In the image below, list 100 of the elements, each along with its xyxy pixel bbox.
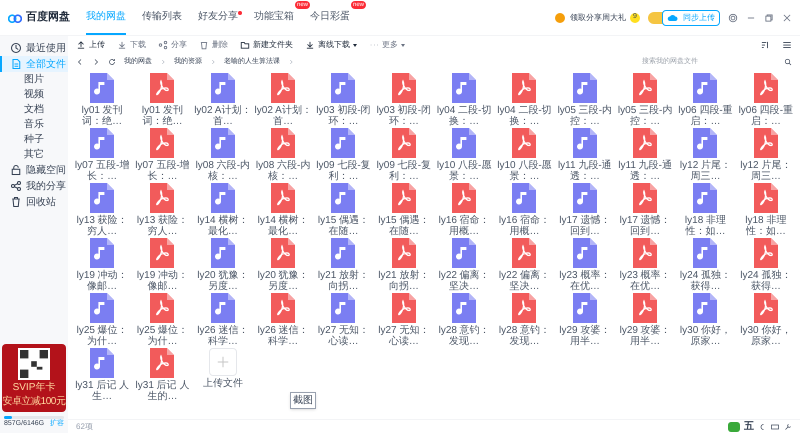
file-name[interactable]: ly10 八段-愿景：…	[435, 160, 494, 182]
file-name[interactable]: ly25 爆位：为什…	[133, 325, 192, 347]
audio-file-icon	[512, 183, 536, 213]
file-name[interactable]: ly18 非理性：如…	[676, 215, 734, 237]
sidebar-item[interactable]: 最近使用	[0, 40, 68, 56]
pdf-file-icon	[754, 73, 778, 103]
pdf-file-icon	[150, 348, 174, 378]
file-name[interactable]: ly22 偏离：坚决…	[495, 270, 554, 292]
file-name[interactable]: ly23 概率：在优…	[616, 270, 674, 292]
file-name[interactable]: ly05 三段-内控：…	[616, 105, 674, 127]
file-name[interactable]: ly06 四段-重启：…	[736, 105, 795, 127]
pdf-file-icon	[392, 73, 416, 103]
refresh-icon	[108, 58, 116, 66]
file-name[interactable]: ly26 迷信：科学…	[254, 325, 312, 347]
nav-tab[interactable]: 传输列表	[142, 0, 182, 35]
nav-tab[interactable]: 好友分享	[198, 0, 238, 35]
file-name[interactable]: 上传文件	[194, 378, 252, 389]
nav-tab[interactable]: 今日彩蛋	[310, 0, 350, 35]
file-name[interactable]: ly28 意钓：发现…	[495, 325, 554, 347]
file-name[interactable]: ly08 六段-内核：…	[194, 160, 252, 182]
file-name[interactable]: ly10 八段-愿景：…	[495, 160, 554, 182]
file-name[interactable]: ly23 概率：在优…	[556, 270, 614, 292]
file-name[interactable]: ly24 孤独：获得…	[676, 270, 734, 292]
file-name[interactable]: ly31 后记 人生的…	[133, 380, 192, 402]
file-name[interactable]: ly01 发刊词：绝…	[73, 105, 132, 127]
file-name[interactable]: ly17 遗憾：回到…	[556, 215, 614, 237]
file-name[interactable]: ly04 二段-切换：…	[435, 105, 494, 127]
sidebar-subitem[interactable]: 文档	[0, 102, 68, 117]
file-name[interactable]: ly30 你好，原家…	[676, 325, 734, 347]
file-name[interactable]: ly05 三段-内控：…	[556, 105, 614, 127]
file-name[interactable]: ly12 片尾：周三…	[676, 160, 734, 182]
file-name[interactable]: ly16 宿命：用概…	[495, 215, 554, 237]
file-name[interactable]: ly06 四段-重启：…	[676, 105, 734, 127]
file-name[interactable]: ly02 A计划：首…	[254, 105, 312, 127]
file-name[interactable]: ly15 偶遇：在随…	[314, 215, 372, 237]
sidebar-subitem[interactable]: 种子	[0, 132, 68, 147]
wrench-icon	[784, 422, 792, 430]
file-name[interactable]: ly31 后记 人生…	[73, 380, 132, 402]
upload-tile[interactable]	[208, 348, 237, 376]
file-name[interactable]: ly20 犹豫：另度…	[194, 270, 252, 292]
file-name[interactable]: ly29 攻婆：用半…	[556, 325, 614, 347]
pdf-file-icon	[150, 183, 174, 213]
sidebar-subitem[interactable]: 图片	[0, 72, 68, 87]
file-name[interactable]: ly15 偶遇：在随…	[374, 215, 433, 237]
file-name[interactable]: ly12 片尾：周三…	[736, 160, 795, 182]
file-name[interactable]: ly27 无知：心读…	[374, 325, 433, 347]
sidebar-item[interactable]: 我的分享	[0, 178, 68, 194]
file-name[interactable]: ly03 初段-闭环：…	[374, 105, 433, 127]
audio-file-icon	[90, 238, 114, 268]
pdf-file-icon	[271, 128, 296, 158]
file-name[interactable]: ly16 宿命：用概…	[435, 215, 494, 237]
file-name[interactable]: ly17 遗憾：回到…	[616, 215, 674, 237]
pdf-file-icon	[512, 73, 536, 103]
sidebar-subitem[interactable]: 视频	[0, 87, 68, 102]
audio-file-icon	[572, 238, 597, 268]
toolbar-button[interactable]: 新建文件夹	[240, 39, 293, 51]
pdf-file-icon	[392, 293, 416, 323]
file-name[interactable]: ly09 七段-复利：…	[374, 160, 433, 182]
pdf-file-icon	[512, 238, 536, 268]
nav-tab[interactable]: 功能宝箱	[254, 0, 294, 35]
file-name[interactable]: ly14 横树：最化…	[194, 215, 252, 237]
promo-text[interactable]: 领取分享周大礼	[570, 12, 626, 24]
file-name[interactable]: ly08 六段-内核：…	[254, 160, 312, 182]
toolbar-button[interactable]: 上传	[76, 39, 105, 51]
pdf-file-icon	[512, 128, 536, 158]
file-name[interactable]: ly04 二段-切换：…	[495, 105, 554, 127]
sidebar-subitem[interactable]: 其它	[0, 147, 68, 162]
file-name[interactable]: ly13 获险：穷人…	[133, 215, 192, 237]
file-name[interactable]: ly07 五段-增长：…	[133, 160, 192, 182]
file-name[interactable]: ly01 发刊词：绝…	[133, 105, 192, 127]
file-name[interactable]: ly28 意钓：发现…	[435, 325, 494, 347]
sidebar-item[interactable]: 隐藏空间	[0, 162, 68, 178]
file-name[interactable]: ly13 获险：穷人…	[73, 215, 132, 237]
file-name[interactable]: ly11 九段-通透：…	[616, 160, 674, 182]
file-name[interactable]: ly11 九段-通透：…	[556, 160, 614, 182]
ad-banner[interactable]: SVIP年卡 安卓立减100元	[2, 344, 66, 412]
file-name[interactable]: ly20 犹豫：另度…	[254, 270, 312, 292]
qr-code-drawing	[18, 348, 50, 380]
file-name[interactable]: ly30 你好，原家…	[736, 325, 795, 347]
file-name[interactable]: ly26 迷信：科学…	[194, 325, 252, 347]
item-count: 62项	[76, 420, 93, 432]
file-name[interactable]: ly19 冲动：像邮…	[133, 270, 192, 292]
file-name[interactable]: ly19 冲动：像邮…	[73, 270, 132, 292]
file-name[interactable]: ly21 放射：向拐…	[314, 270, 372, 292]
sidebar-item[interactable]: 回收站	[0, 194, 68, 210]
file-name[interactable]: ly21 放射：向拐…	[374, 270, 433, 292]
sidebar-subitem[interactable]: 音乐	[0, 117, 68, 132]
file-name[interactable]: ly14 横树：最化…	[254, 215, 312, 237]
file-name[interactable]: ly24 孤独：获得…	[736, 270, 795, 292]
file-name[interactable]: ly09 七段-复利：…	[314, 160, 372, 182]
file-name[interactable]: ly29 攻婆：用半…	[616, 325, 674, 347]
file-name[interactable]: ly02 A计划：首…	[194, 105, 252, 127]
file-name[interactable]: ly18 非理性：如…	[736, 215, 795, 237]
file-name[interactable]: ly07 五段-增长：…	[73, 160, 132, 182]
toolbar-button[interactable]: 离线下载	[305, 39, 357, 51]
file-name[interactable]: ly27 无知：心读…	[314, 325, 372, 347]
file-name[interactable]: ly22 偏离：坚决…	[435, 270, 494, 292]
file-name[interactable]: ly25 爆位：为什…	[73, 325, 132, 347]
pdf-file-icon	[150, 293, 174, 323]
file-name[interactable]: ly03 初段-闭环：…	[314, 105, 372, 127]
